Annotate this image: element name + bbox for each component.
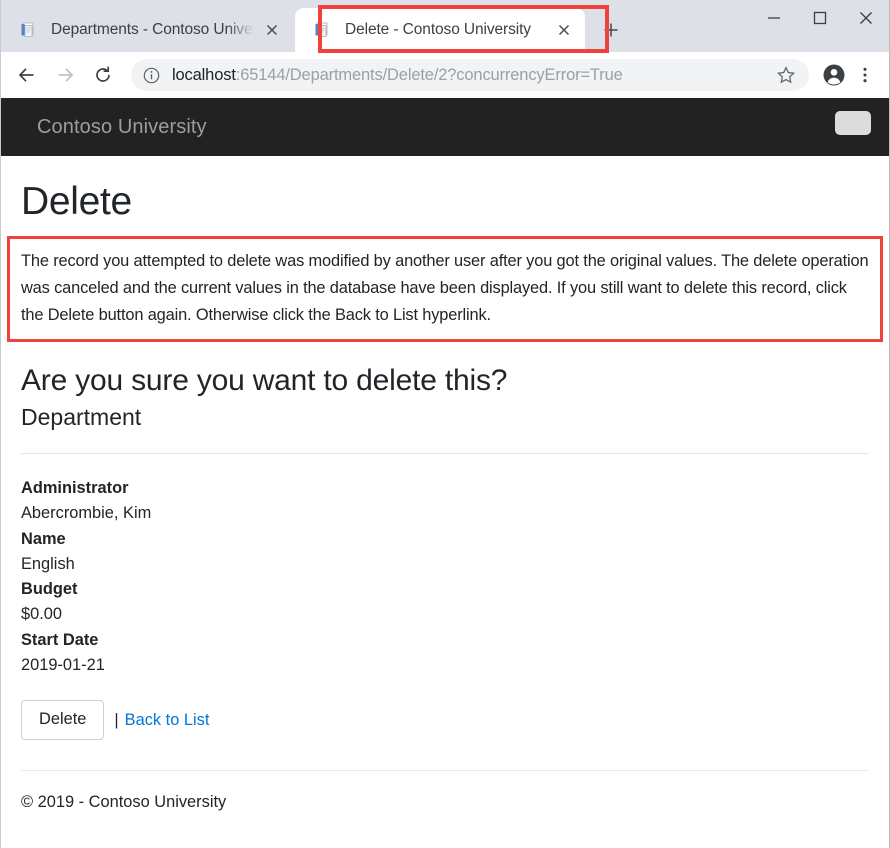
detail-value-budget: $0.00 [21, 602, 869, 627]
three-dot-menu-icon[interactable] [851, 58, 879, 92]
concurrency-error-message: The record you attempted to delete was m… [7, 236, 883, 342]
copyright-text: © 2019 - Contoso University [21, 793, 226, 811]
page-container: Delete The record you attempted to delet… [1, 180, 889, 812]
account-circle-icon[interactable] [817, 58, 851, 92]
document-icon [313, 21, 331, 39]
browser-window: Departments - Contoso Universit [0, 0, 890, 848]
tab-title: Delete - Contoso University [345, 21, 547, 39]
confirm-question: Are you sure you want to delete this? [21, 364, 869, 398]
page-viewport: Contoso University Delete The record you… [1, 98, 889, 848]
page-title: Delete [21, 180, 869, 224]
window-controls [751, 0, 889, 36]
url-host: localhost [172, 66, 236, 84]
action-row: Delete | Back to List [21, 700, 869, 740]
url-path: :65144/Departments/Delete/2?concurrencyE… [236, 66, 623, 84]
action-separator: | [114, 711, 118, 730]
close-icon[interactable] [261, 19, 283, 41]
navbar-brand[interactable]: Contoso University [37, 116, 207, 139]
browser-tab-departments[interactable]: Departments - Contoso Universit [1, 8, 293, 52]
detail-value-administrator: Abercrombie, Kim [21, 501, 869, 526]
browser-toolbar: localhost:65144/Departments/Delete/2?con… [1, 52, 889, 98]
info-circle-icon[interactable] [143, 67, 160, 84]
minimize-icon[interactable] [751, 0, 797, 36]
url-text: localhost:65144/Departments/Delete/2?con… [172, 66, 771, 85]
detail-value-start-date: 2019-01-21 [21, 653, 869, 678]
detail-label-name: Name [21, 527, 869, 552]
back-icon[interactable] [9, 57, 45, 93]
close-icon[interactable] [553, 19, 575, 41]
browser-tab-delete[interactable]: Delete - Contoso University [295, 8, 585, 52]
divider [21, 453, 869, 454]
close-window-icon[interactable] [843, 0, 889, 36]
maximize-icon[interactable] [797, 0, 843, 36]
page-footer: © 2019 - Contoso University [21, 771, 869, 812]
detail-label-budget: Budget [21, 577, 869, 602]
new-tab-button[interactable] [593, 12, 629, 48]
detail-value-name: English [21, 552, 869, 577]
reload-icon[interactable] [85, 57, 121, 93]
address-bar[interactable]: localhost:65144/Departments/Delete/2?con… [131, 59, 809, 91]
entity-name: Department [21, 404, 869, 431]
document-icon [19, 21, 37, 39]
delete-button[interactable]: Delete [21, 700, 104, 740]
back-to-list-link[interactable]: Back to List [125, 711, 210, 730]
detail-label-start-date: Start Date [21, 628, 869, 653]
detail-label-administrator: Administrator [21, 476, 869, 501]
forward-icon [47, 57, 83, 93]
tab-strip: Departments - Contoso Universit [1, 0, 889, 52]
tab-title: Departments - Contoso Universit [51, 21, 255, 39]
site-navbar: Contoso University [1, 98, 889, 156]
department-details-list: Administrator Abercrombie, Kim Name Engl… [21, 476, 869, 679]
star-icon[interactable] [771, 60, 801, 90]
navbar-toggler-button[interactable] [835, 111, 871, 135]
